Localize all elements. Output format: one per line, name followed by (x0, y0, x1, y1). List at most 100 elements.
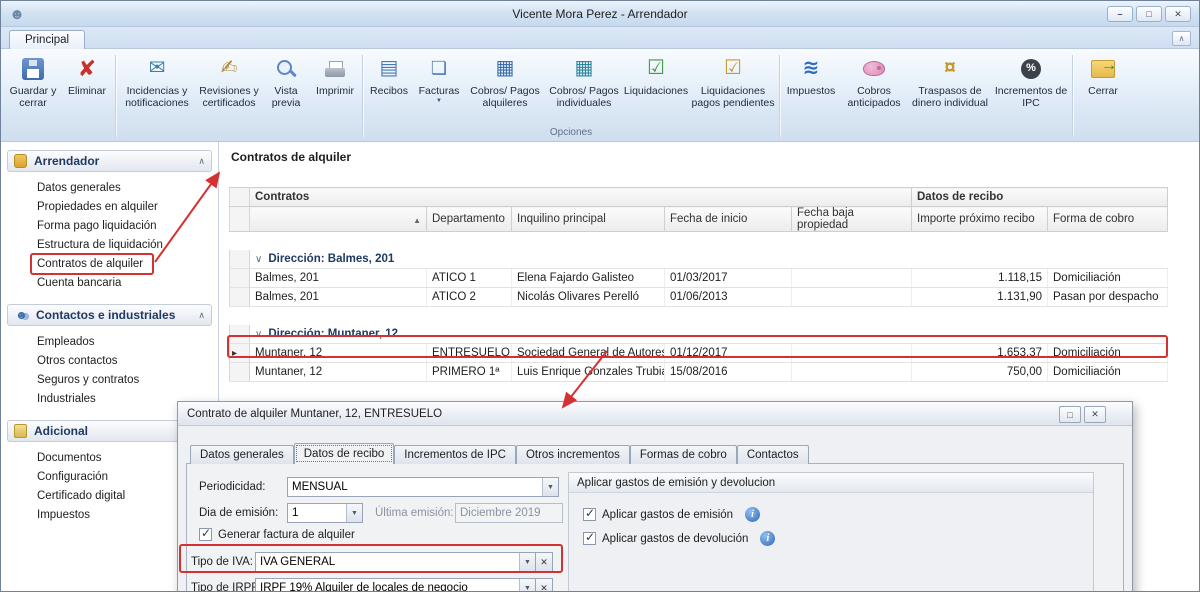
gastos-devolucion-checkbox[interactable]: Aplicar gastos de devolución (583, 531, 775, 546)
contracts-table: Contratos Datos de recibo Departamento I… (229, 187, 1168, 382)
tipo-iva-clear-button[interactable] (536, 552, 553, 572)
checkbox-checked-icon[interactable] (199, 528, 212, 541)
pending-settlements-icon (724, 52, 742, 85)
ribbon-group-documents: Incidencias y notificaciones Revisiones … (118, 51, 360, 141)
ipc-icon (1021, 59, 1041, 79)
gastos-emision-checkbox[interactable]: Aplicar gastos de emisión (583, 507, 760, 522)
money-transfer-icon (944, 52, 956, 85)
sidebar-item-contratos-de-alquiler[interactable]: Contratos de alquiler (7, 254, 212, 273)
impuestos-button[interactable]: Impuestos (782, 51, 840, 126)
taxes-icon (803, 52, 820, 85)
title-bar: Vicente Mora Perez - Arrendador (1, 1, 1199, 27)
minimize-button[interactable] (1107, 6, 1133, 22)
save-and-close-button[interactable]: Guardar y cerrar (5, 51, 61, 126)
landlord-icon (14, 154, 27, 168)
chevron-down-icon[interactable] (255, 254, 262, 265)
ribbon-separator (362, 55, 363, 137)
sidebar-item-estructura-de-liquidacion[interactable]: Estructura de liquidación (7, 235, 212, 254)
dialog-title-bar: Contrato de alquiler Muntaner, 12, ENTRE… (178, 402, 1132, 426)
info-icon[interactable] (745, 507, 760, 522)
cobros-anticipados-button[interactable]: Cobros anticipados (840, 51, 908, 126)
dialog-tab-content: Periodicidad: MENSUAL Dia de emisión: 1 … (186, 463, 1124, 592)
info-icon[interactable] (760, 531, 775, 546)
table-cell: 01/03/2017 (665, 269, 792, 288)
sidebar-item-forma-pago-liquidacion[interactable]: Forma pago liquidación (7, 216, 212, 235)
ribbon-separator (115, 55, 116, 137)
liquidaciones-button[interactable]: Liquidaciones (623, 51, 689, 126)
window-title: Vicente Mora Perez - Arrendador (1, 1, 1199, 27)
ribbon-group-label: Opciones (365, 126, 777, 141)
dialog-close-button[interactable] (1084, 406, 1106, 423)
cobros-pagos-alquileres-button[interactable]: Cobros/ Pagos alquileres (465, 51, 545, 126)
sidebar-item-propiedades-en-alquiler[interactable]: Propiedades en alquiler (7, 197, 212, 216)
table-header-row: Departamento Inquilino principal Fecha d… (230, 207, 1168, 232)
imprimir-button[interactable]: Imprimir (310, 51, 360, 126)
ribbon-separator (1072, 55, 1073, 137)
chevron-down-icon[interactable] (542, 478, 558, 496)
chevron-down-icon[interactable] (255, 329, 262, 340)
periodicidad-select[interactable]: MENSUAL (287, 477, 559, 497)
traspasos-dinero-button[interactable]: Traspasos de dinero individual (908, 51, 992, 126)
tipo-iva-select[interactable]: IVA GENERAL (255, 552, 536, 572)
sidebar-item-otros-contactos[interactable]: Otros contactos (7, 351, 212, 370)
column-header-direccion[interactable] (250, 207, 427, 232)
dia-emision-select[interactable]: 1 (287, 503, 363, 523)
table-row[interactable]: Balmes, 201 ATICO 1 Elena Fajardo Galist… (230, 269, 1168, 288)
column-header-importe[interactable]: Importe próximo recibo (912, 207, 1048, 232)
checkbox-checked-icon[interactable] (583, 508, 596, 521)
table-row[interactable]: Muntaner, 12 PRIMERO 1ª Luis Enrique Gon… (230, 363, 1168, 382)
table-row[interactable]: Balmes, 201 ATICO 2 Nicolás Olivares Per… (230, 288, 1168, 307)
vista-previa-button[interactable]: Vista previa (262, 51, 310, 126)
collapse-ribbon-button[interactable] (1172, 31, 1191, 46)
column-header-departamento[interactable]: Departamento (427, 207, 512, 232)
table-cell: ATICO 1 (427, 269, 512, 288)
maximize-button[interactable] (1136, 6, 1162, 22)
table-row-selected[interactable]: Muntaner, 12 ENTRESUELO Sociedad General… (230, 344, 1168, 363)
delete-button[interactable]: Eliminar (61, 51, 113, 126)
liquidaciones-pendientes-button[interactable]: Liquidaciones pagos pendientes (689, 51, 777, 126)
tab-datos-de-recibo[interactable]: Datos de recibo (294, 443, 395, 464)
ultima-emision-label: Última emisión: (375, 507, 454, 519)
sidebar-item-empleados[interactable]: Empleados (7, 332, 212, 351)
group-row-balmes[interactable]: Dirección: Balmes, 201 (230, 250, 1168, 269)
group-row-muntaner[interactable]: Dirección: Muntaner, 12 (230, 325, 1168, 344)
page-title: Contratos de alquiler (231, 150, 351, 164)
tab-contactos[interactable]: Contactos (737, 445, 809, 464)
sidebar-section-arrendador[interactable]: Arrendador (7, 150, 212, 172)
sidebar-item-seguros-y-contratos[interactable]: Seguros y contratos (7, 370, 212, 389)
tab-formas-de-cobro[interactable]: Formas de cobro (630, 445, 737, 464)
chevron-down-icon[interactable] (519, 553, 535, 571)
column-header-inquilino[interactable]: Inquilino principal (512, 207, 665, 232)
incidencias-button[interactable]: Incidencias y notificaciones (118, 51, 196, 126)
tipo-irpf-clear-button[interactable] (536, 578, 553, 592)
tab-otros-incrementos[interactable]: Otros incrementos (516, 445, 630, 464)
table-cell: ENTRESUELO (427, 344, 512, 363)
tab-datos-generales[interactable]: Datos generales (190, 445, 294, 464)
sidebar-item-datos-generales[interactable]: Datos generales (7, 178, 212, 197)
incrementos-ipc-button[interactable]: Incrementos de IPC (992, 51, 1070, 126)
column-header-fecha-inicio[interactable]: Fecha de inicio (665, 207, 792, 232)
contract-dialog: Contrato de alquiler Muntaner, 12, ENTRE… (177, 401, 1133, 592)
dialog-maximize-button[interactable] (1059, 406, 1081, 423)
close-button[interactable] (1165, 6, 1191, 22)
column-header-fecha-baja[interactable]: Fecha baja propiedad (792, 207, 912, 232)
revisiones-button[interactable]: Revisiones y certificados (196, 51, 262, 126)
cerrar-button[interactable]: Cerrar (1075, 51, 1131, 126)
checkbox-checked-icon[interactable] (583, 532, 596, 545)
sidebar-section-contactos[interactable]: Contactos e industriales (7, 304, 212, 326)
column-header-forma-cobro[interactable]: Forma de cobro (1048, 207, 1168, 232)
gastos-panel: Aplicar gastos de emisión y devolucion A… (568, 472, 1094, 592)
chevron-down-icon[interactable] (346, 504, 362, 522)
generar-factura-checkbox[interactable]: Generar factura de alquiler (199, 528, 355, 541)
ribbon-group-close: Cerrar (1075, 51, 1131, 141)
chevron-down-icon[interactable] (519, 579, 535, 592)
tab-principal[interactable]: Principal (9, 30, 85, 49)
tipo-irpf-select[interactable]: IRPF 19% Alquiler de locales de negocio (255, 578, 536, 592)
facturas-button[interactable]: Facturas (413, 51, 465, 126)
save-icon (22, 58, 44, 80)
cobros-pagos-individuales-button[interactable]: Cobros/ Pagos individuales (545, 51, 623, 126)
recibos-button[interactable]: Recibos (365, 51, 413, 126)
table-cell: Elena Fajardo Galisteo (512, 269, 665, 288)
tab-incrementos-de-ipc[interactable]: Incrementos de IPC (394, 445, 516, 464)
sidebar-item-cuenta-bancaria[interactable]: Cuenta bancaria (7, 273, 212, 292)
